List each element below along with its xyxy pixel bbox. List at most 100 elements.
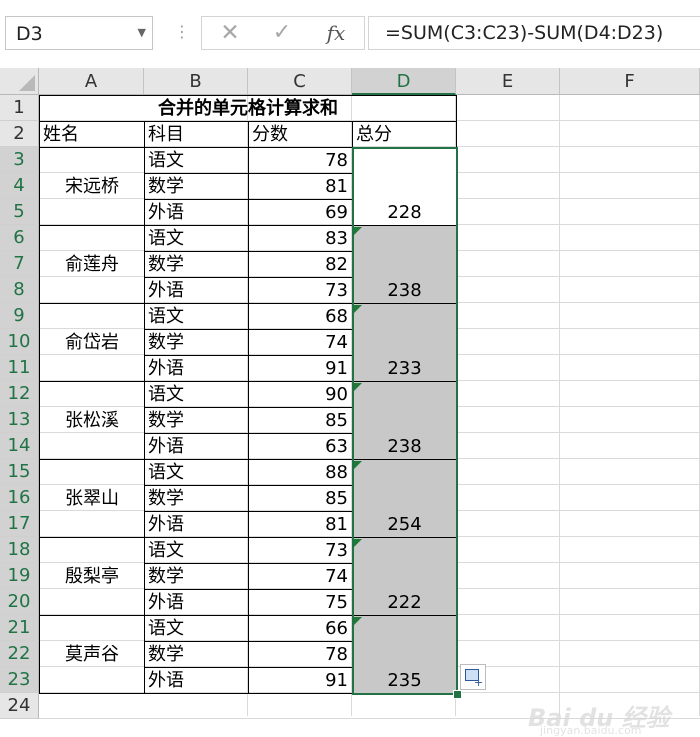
row-header-19[interactable]: 19: [0, 563, 39, 589]
subject-cell[interactable]: 语文: [144, 381, 249, 408]
score-cell[interactable]: 83: [248, 225, 353, 252]
score-cell[interactable]: 91: [248, 355, 353, 382]
subject-cell[interactable]: 语文: [144, 303, 249, 330]
row-header-23[interactable]: 23: [0, 667, 39, 693]
fill-handle[interactable]: [453, 690, 462, 699]
paste-options-icon[interactable]: +: [460, 664, 486, 690]
header-cell-subject[interactable]: 科目: [144, 121, 249, 148]
score-cell[interactable]: 81: [248, 511, 353, 538]
subject-cell[interactable]: 外语: [144, 355, 249, 382]
column-header-e[interactable]: E: [456, 68, 560, 95]
row-header-13[interactable]: 13: [0, 407, 39, 433]
score-cell[interactable]: 74: [248, 563, 353, 590]
subject-cell[interactable]: 语文: [144, 537, 249, 564]
subject-cell[interactable]: 数学: [144, 329, 249, 356]
row-header-9[interactable]: 9: [0, 303, 39, 329]
subject-cell[interactable]: 外语: [144, 511, 249, 538]
subject-cell[interactable]: 语文: [144, 615, 249, 642]
row-header-17[interactable]: 17: [0, 511, 39, 537]
row-header-5[interactable]: 5: [0, 199, 39, 225]
score-cell[interactable]: 74: [248, 329, 353, 356]
enter-icon[interactable]: ✓: [262, 17, 302, 49]
total-cell[interactable]: 235: [352, 615, 457, 694]
total-cell[interactable]: 238: [352, 381, 457, 460]
row-header-10[interactable]: 10: [0, 329, 39, 355]
subject-cell[interactable]: 数学: [144, 407, 249, 434]
score-cell[interactable]: 82: [248, 251, 353, 278]
score-cell[interactable]: 75: [248, 589, 353, 616]
row-header-24[interactable]: 24: [0, 693, 39, 719]
subject-cell[interactable]: 数学: [144, 173, 249, 200]
student-name-cell[interactable]: 俞莲舟: [39, 225, 145, 304]
student-name-cell[interactable]: 莫声谷: [39, 615, 145, 694]
score-cell[interactable]: 85: [248, 485, 353, 512]
subject-cell[interactable]: 外语: [144, 199, 249, 226]
score-cell[interactable]: 68: [248, 303, 353, 330]
score-cell[interactable]: 66: [248, 615, 353, 642]
subject-cell[interactable]: 数学: [144, 251, 249, 278]
column-header-f[interactable]: F: [560, 68, 700, 95]
header-cell-total[interactable]: 总分: [352, 121, 457, 148]
subject-cell[interactable]: 外语: [144, 667, 249, 694]
formula-input[interactable]: =SUM(C3:C23)-SUM(D4:D23): [368, 16, 700, 50]
row-header-4[interactable]: 4: [0, 173, 39, 199]
table-title[interactable]: 合并的单元格计算求和: [39, 95, 457, 122]
score-cell[interactable]: 90: [248, 381, 353, 408]
row-header-14[interactable]: 14: [0, 433, 39, 459]
chevron-down-icon[interactable]: ▼: [138, 26, 146, 39]
row-header-11[interactable]: 11: [0, 355, 39, 381]
subject-cell[interactable]: 语文: [144, 147, 249, 174]
score-cell[interactable]: 63: [248, 433, 353, 460]
formula-bar-grip[interactable]: ⋮: [174, 22, 190, 41]
score-cell[interactable]: 69: [248, 199, 353, 226]
total-cell[interactable]: 233: [352, 303, 457, 382]
header-cell-name[interactable]: 姓名: [39, 121, 145, 148]
select-all-corner[interactable]: [0, 68, 39, 95]
row-header-22[interactable]: 22: [0, 641, 39, 667]
row-header-8[interactable]: 8: [0, 277, 39, 303]
score-cell[interactable]: 81: [248, 173, 353, 200]
student-name-cell[interactable]: 张松溪: [39, 381, 145, 460]
subject-cell[interactable]: 外语: [144, 433, 249, 460]
subject-cell[interactable]: 外语: [144, 277, 249, 304]
score-cell[interactable]: 73: [248, 277, 353, 304]
total-cell[interactable]: 222: [352, 537, 457, 616]
score-cell[interactable]: 78: [248, 147, 353, 174]
score-cell[interactable]: 73: [248, 537, 353, 564]
score-cell[interactable]: 88: [248, 459, 353, 486]
insert-function-icon[interactable]: fx: [316, 17, 356, 49]
column-header-c[interactable]: C: [248, 68, 352, 95]
cancel-icon[interactable]: ✕: [210, 17, 250, 49]
row-header-2[interactable]: 2: [0, 121, 39, 147]
student-name-cell[interactable]: 张翠山: [39, 459, 145, 538]
row-header-16[interactable]: 16: [0, 485, 39, 511]
total-cell[interactable]: 228: [352, 147, 457, 226]
student-name-cell[interactable]: 殷梨亭: [39, 537, 145, 616]
total-cell[interactable]: 254: [352, 459, 457, 538]
subject-cell[interactable]: 数学: [144, 485, 249, 512]
row-header-6[interactable]: 6: [0, 225, 39, 251]
column-header-b[interactable]: B: [144, 68, 248, 95]
row-header-12[interactable]: 12: [0, 381, 39, 407]
subject-cell[interactable]: 外语: [144, 589, 249, 616]
row-header-3[interactable]: 3: [0, 147, 39, 173]
student-name-cell[interactable]: 俞岱岩: [39, 303, 145, 382]
row-header-1[interactable]: 1: [0, 95, 39, 121]
row-header-7[interactable]: 7: [0, 251, 39, 277]
worksheet-grid[interactable]: ABCDEF 1 2 3 4 5 6 7 8 9 10 11 12 13 14 15 16 17 18 19 20 21…: [0, 68, 700, 737]
score-cell[interactable]: 78: [248, 641, 353, 668]
score-cell[interactable]: 85: [248, 407, 353, 434]
total-cell[interactable]: 238: [352, 225, 457, 304]
subject-cell[interactable]: 数学: [144, 641, 249, 668]
row-header-21[interactable]: 21: [0, 615, 39, 641]
row-header-18[interactable]: 18: [0, 537, 39, 563]
column-header-d[interactable]: D: [352, 68, 456, 95]
subject-cell[interactable]: 数学: [144, 563, 249, 590]
row-header-15[interactable]: 15: [0, 459, 39, 485]
header-cell-score[interactable]: 分数: [248, 121, 353, 148]
subject-cell[interactable]: 语文: [144, 225, 249, 252]
student-name-cell[interactable]: 宋远桥: [39, 147, 145, 226]
name-box[interactable]: D3 ▼: [5, 16, 153, 50]
score-cell[interactable]: 91: [248, 667, 353, 694]
row-header-20[interactable]: 20: [0, 589, 39, 615]
